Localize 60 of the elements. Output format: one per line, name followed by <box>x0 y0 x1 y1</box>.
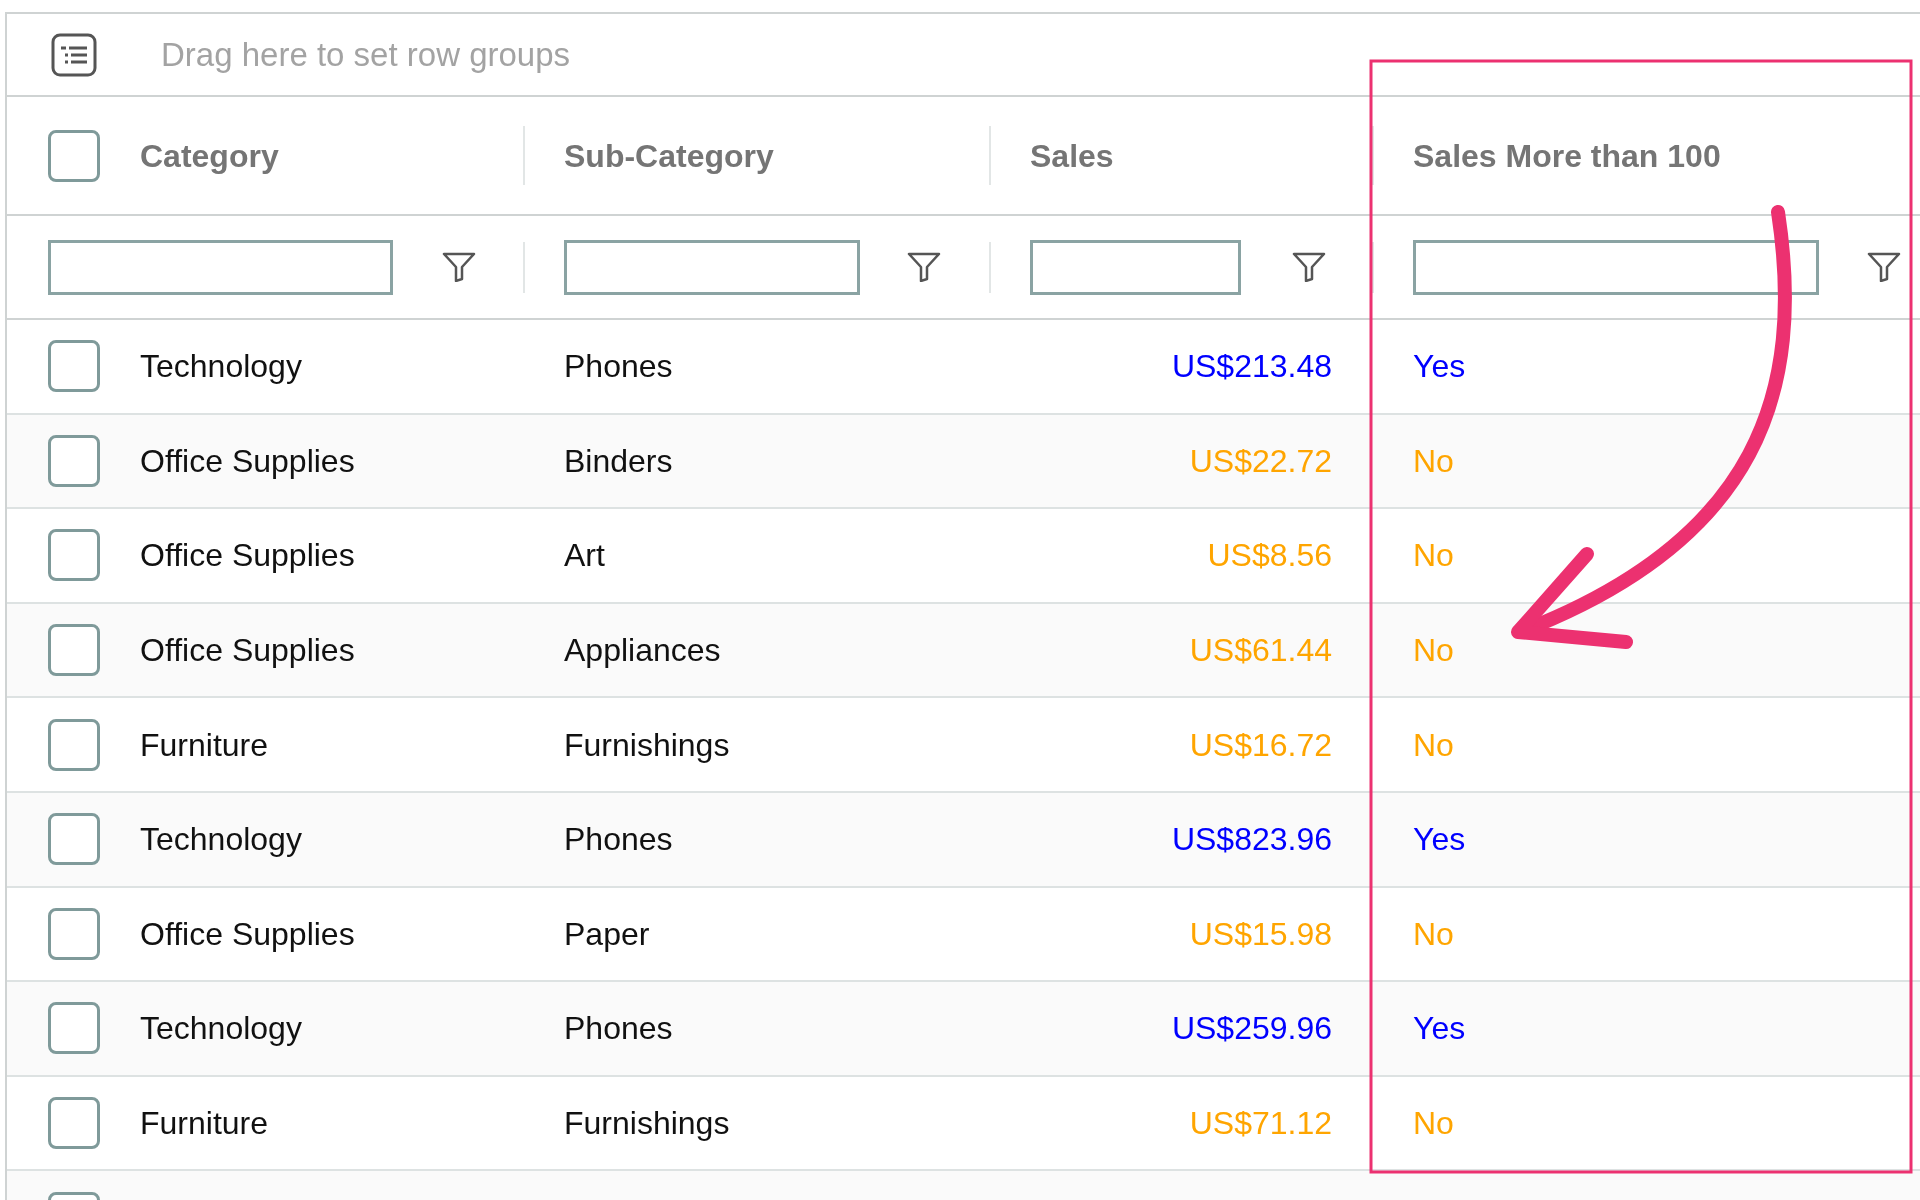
table-cell-text: US$823.96 <box>1171 820 1332 860</box>
table-cell-text: No <box>1413 725 1454 765</box>
table-cell-text: Yes <box>1413 347 1466 387</box>
checkbox[interactable] <box>48 813 100 866</box>
column-header: Category <box>140 136 279 176</box>
table-cell-text: Yes <box>1413 1009 1466 1049</box>
table-cell-text: Technology <box>140 820 302 860</box>
table-cell-text: Office Supplies <box>140 441 355 481</box>
filter-icon[interactable] <box>1292 252 1326 282</box>
table-cell-text: US$16.72 <box>1189 725 1332 765</box>
checkbox[interactable] <box>48 129 100 182</box>
table-cell-text: Phones <box>564 1009 673 1049</box>
table-cell-text: Art <box>564 536 605 576</box>
table-cell-text: Yes <box>1413 820 1466 860</box>
filter-icon[interactable] <box>1867 252 1901 282</box>
table-cell-text: US$22.72 <box>1189 441 1332 481</box>
table-cell-text: Technology <box>140 1009 302 1049</box>
table-cell-text: Office Supplies <box>140 536 355 576</box>
filter-input[interactable] <box>48 239 393 295</box>
filter-icon[interactable] <box>442 252 476 282</box>
table-cell-text: No <box>1413 631 1454 671</box>
checkbox[interactable] <box>48 434 100 487</box>
table-cell-text: Furniture <box>140 725 269 765</box>
table-cell-text: Appliances <box>564 631 721 671</box>
filter-input[interactable] <box>1030 239 1241 295</box>
table-cell-text: Technology <box>140 347 302 387</box>
table-cell-text: Paper <box>564 914 650 954</box>
table-cell-text: Binders <box>564 441 673 481</box>
table-cell-text: US$8.56 <box>1207 536 1332 576</box>
table-cell-text: No <box>1413 914 1454 954</box>
table-cell-text: Phones <box>564 820 673 860</box>
checkbox[interactable] <box>48 340 100 393</box>
table-cell-text: US$213.48 <box>1171 347 1332 387</box>
table-cell-text: US$61.44 <box>1189 631 1332 671</box>
table-cell-text: No <box>1413 1104 1454 1144</box>
list-icon <box>51 32 97 77</box>
table-cell-text: US$71.12 <box>1189 1104 1332 1144</box>
table-cell-text: Phones <box>564 347 673 387</box>
checkbox[interactable] <box>48 624 100 677</box>
checkbox[interactable] <box>48 529 100 582</box>
table-cell-text: No <box>1413 441 1454 481</box>
table-cell-text: Furniture <box>140 1104 269 1144</box>
filter-icon[interactable] <box>907 252 941 282</box>
table-cell-text: Office Supplies <box>140 631 355 671</box>
table-cell-text: Furnishings <box>564 1104 730 1144</box>
filter-input[interactable] <box>564 239 860 295</box>
table-cell-text: Office Supplies <box>140 914 355 954</box>
filter-input[interactable] <box>1413 239 1819 295</box>
column-header: Sales <box>1030 136 1114 176</box>
table-cell-text: No <box>1413 536 1454 576</box>
table-cell-text: US$15.98 <box>1189 914 1332 954</box>
column-header: Sub-Category <box>564 136 774 176</box>
table-cell-text: Furnishings <box>564 725 730 765</box>
column-header: Sales More than 100 <box>1413 136 1721 176</box>
table-cell-text: US$259.96 <box>1171 1009 1332 1049</box>
checkbox[interactable] <box>48 1002 100 1055</box>
checkbox[interactable] <box>48 718 100 771</box>
checkbox[interactable] <box>48 1097 100 1150</box>
row-group-drop-zone: Drag here to set row groups <box>161 34 571 75</box>
checkbox[interactable] <box>48 907 100 960</box>
